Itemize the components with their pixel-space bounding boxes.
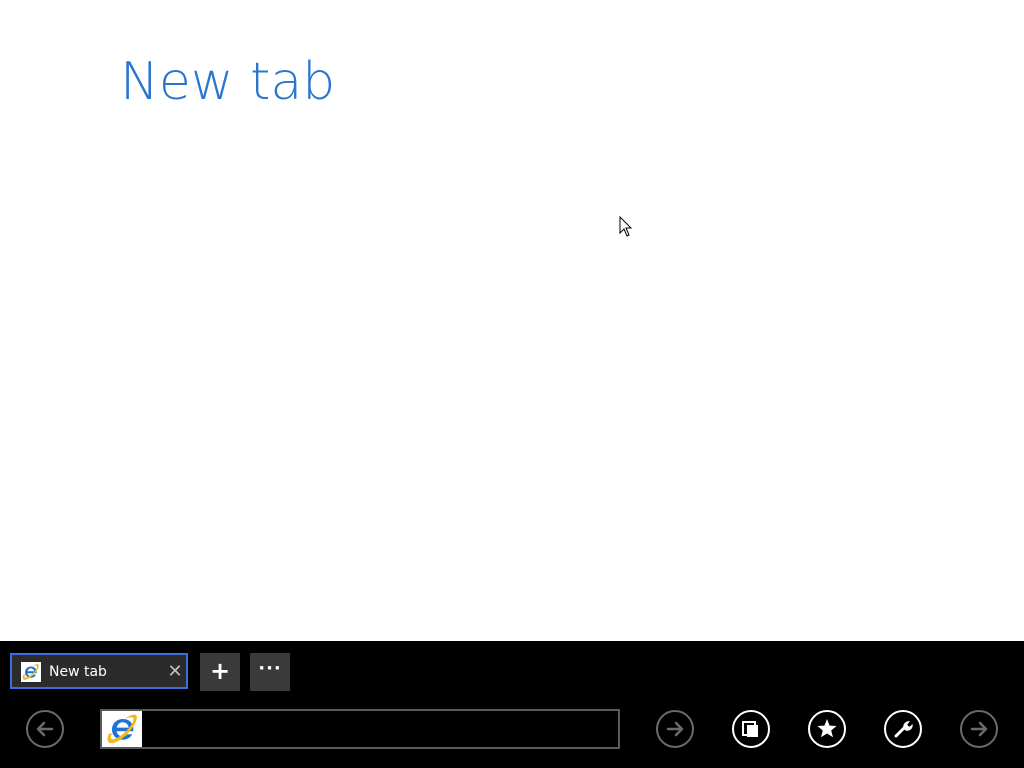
back-button[interactable] [26, 710, 64, 748]
tab-options-button[interactable]: ··· [250, 653, 290, 691]
address-input[interactable] [144, 711, 616, 747]
wrench-icon [894, 721, 913, 738]
go-button[interactable] [656, 710, 694, 748]
tabs-icon [742, 721, 758, 737]
close-tab-icon[interactable]: ✕ [166, 662, 184, 682]
forward-arrow-icon [970, 721, 988, 737]
tab-new-tab[interactable]: New tab ✕ [10, 653, 188, 689]
tab-label: New tab [49, 664, 107, 680]
new-tab-button[interactable]: + [200, 653, 240, 691]
tabs-button[interactable] [732, 710, 770, 748]
back-arrow-icon [36, 721, 54, 737]
page-content: New tab [0, 0, 1024, 641]
star-icon [817, 719, 837, 738]
forward-button[interactable] [960, 710, 998, 748]
app-bar: New tab ✕ + ··· [0, 641, 1024, 768]
ie-icon [21, 662, 41, 682]
page-title: New tab [120, 52, 336, 112]
page-tools-button[interactable] [884, 710, 922, 748]
go-arrow-icon [666, 721, 684, 737]
ie-logo-icon [102, 711, 142, 747]
mouse-cursor-icon [619, 216, 633, 237]
address-bar[interactable] [100, 709, 620, 749]
favorites-button[interactable] [808, 710, 846, 748]
